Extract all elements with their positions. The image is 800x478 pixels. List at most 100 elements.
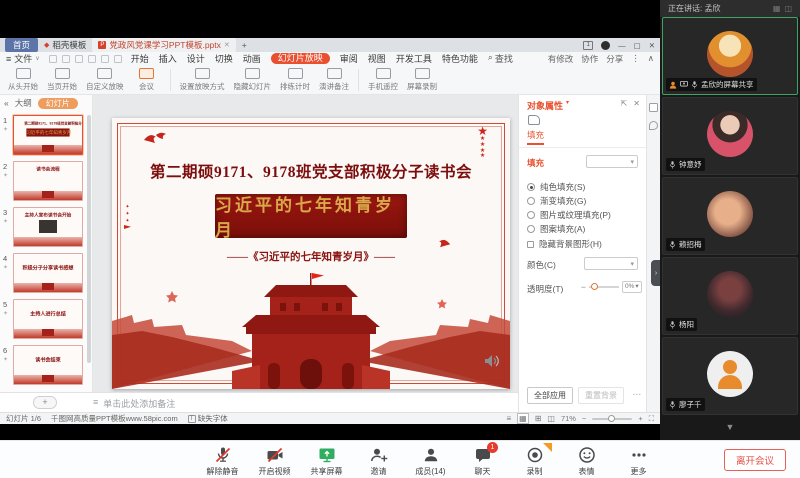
- reading-view-icon[interactable]: ◫: [547, 414, 555, 423]
- menu-devtools[interactable]: 开发工具: [396, 52, 432, 65]
- format-painter-icon[interactable]: [114, 55, 122, 63]
- tab-outline[interactable]: 大纲: [15, 97, 32, 109]
- participant-tile[interactable]: 杨阳: [662, 257, 798, 335]
- thumbnail-slide-1[interactable]: 1 ✦ 第二期硕9171、9178班党支部积极分子读书会 习近平的七年知青岁月: [0, 115, 93, 155]
- notes-placeholder[interactable]: ≡ 单击此处添加备注: [93, 397, 175, 410]
- modified-status[interactable]: 有修改: [548, 53, 574, 65]
- new-slide-button[interactable]: +: [33, 396, 57, 409]
- notes-view-icon[interactable]: ≡: [506, 414, 511, 423]
- more-button[interactable]: 更多: [614, 443, 663, 477]
- preview-icon[interactable]: [75, 55, 83, 63]
- leave-meeting-button[interactable]: 离开会议: [724, 449, 786, 471]
- chat-button[interactable]: 聊天 1: [458, 443, 507, 477]
- comment-pane-icon[interactable]: [649, 121, 658, 130]
- thumbnail-slide-4[interactable]: 4 ✦ 积极分子分享读书感想: [0, 253, 93, 293]
- undo-icon[interactable]: [88, 55, 96, 63]
- ribbon-meeting[interactable]: 会议: [133, 68, 161, 92]
- menu-review[interactable]: 审阅: [340, 52, 358, 65]
- thumbnail-slide-6[interactable]: 6 ✦ 读书会结束: [0, 345, 93, 385]
- collapse-sidebar-icon[interactable]: ◫: [784, 4, 792, 13]
- radio-selected-icon[interactable]: [527, 183, 535, 191]
- participant-tile-sharing[interactable]: 孟欣的屏幕共享: [662, 17, 798, 95]
- file-menu-button[interactable]: ≡ 文件 ∨: [6, 52, 40, 65]
- collab-button[interactable]: 协作: [581, 53, 598, 65]
- thumbnail-card[interactable]: 第二期硕9171、9178班党支部积极分子读书会 习近平的七年知青岁月: [13, 115, 83, 155]
- zoom-in-icon[interactable]: +: [638, 414, 642, 423]
- audio-speaker-icon[interactable]: [484, 354, 500, 368]
- share-screen-button[interactable]: 共享屏幕: [302, 443, 351, 477]
- account-avatar[interactable]: [601, 41, 610, 50]
- ribbon-play-from-start[interactable]: 从头开始: [8, 68, 38, 92]
- window-split-icon[interactable]: 1: [583, 41, 593, 50]
- thumbnail-card[interactable]: 读书会流程: [13, 161, 83, 201]
- tab-close-icon[interactable]: ✕: [224, 41, 230, 49]
- tab-slides-active[interactable]: 幻灯片: [38, 98, 78, 109]
- ribbon-hide-slide[interactable]: 隐藏幻灯片: [234, 68, 272, 92]
- menu-features[interactable]: 特色功能: [442, 52, 478, 65]
- ribbon-screen-record[interactable]: 屏幕录制: [407, 68, 437, 92]
- fill-tab-icon[interactable]: [528, 115, 540, 125]
- collapse-ribbon-icon[interactable]: ∧: [648, 53, 654, 64]
- thumbnail-card[interactable]: 积极分子分享读书感想: [13, 253, 83, 293]
- menu-slideshow-active[interactable]: 幻灯片放映: [271, 53, 330, 64]
- record-button[interactable]: 录制: [510, 443, 559, 477]
- start-video-button[interactable]: 开启视频: [250, 443, 299, 477]
- fill-tab-active[interactable]: 填充: [527, 129, 544, 145]
- menu-insert[interactable]: 插入: [159, 52, 177, 65]
- thumbnail-slide-5[interactable]: 5 ✦ 主持人进行总结: [0, 299, 93, 339]
- properties-pane-icon[interactable]: [649, 103, 658, 112]
- color-dropdown[interactable]: ▾: [584, 257, 638, 270]
- save-icon[interactable]: [49, 55, 57, 63]
- ribbon-play-current[interactable]: 当页开始: [47, 68, 77, 92]
- thumbnail-scrollbar[interactable]: [87, 115, 91, 363]
- fill-option-gradient[interactable]: 渐变填充(G): [527, 195, 586, 207]
- tab-template[interactable]: ◆ 稻壳模板: [44, 39, 86, 51]
- slide-banner-box[interactable]: 习近平的七年知青岁月: [215, 194, 407, 238]
- zoom-slider-knob[interactable]: [608, 415, 615, 422]
- transparency-minus-icon[interactable]: −: [581, 282, 586, 292]
- zoom-out-icon[interactable]: −: [582, 414, 586, 423]
- fill-section-header[interactable]: 填充: [527, 157, 544, 169]
- thumbnail-card[interactable]: 主持人进行总结: [13, 299, 83, 339]
- fullscreen-icon[interactable]: ⛶: [649, 414, 654, 424]
- panel-more-icon[interactable]: ⋯: [633, 389, 642, 400]
- search-box[interactable]: ⌕ 查找: [488, 52, 513, 65]
- checkbox-icon[interactable]: [527, 241, 534, 248]
- grid-view-icon[interactable]: ▦: [773, 4, 781, 13]
- pin-icon[interactable]: ⇱: [621, 99, 628, 108]
- print-icon[interactable]: [62, 55, 70, 63]
- normal-view-icon[interactable]: ▦: [517, 413, 529, 424]
- radio-icon[interactable]: [527, 211, 535, 219]
- ribbon-rehearse[interactable]: 排练计时: [280, 68, 310, 92]
- invite-button[interactable]: 邀请: [354, 443, 403, 477]
- radio-icon[interactable]: [527, 225, 535, 233]
- ribbon-setup-show[interactable]: 设置放映方式: [180, 68, 225, 92]
- radio-icon[interactable]: [527, 197, 535, 205]
- thumbnail-slide-2[interactable]: 2 ✦ 读书会流程: [0, 161, 93, 201]
- ribbon-speaker-notes[interactable]: 演讲备注: [319, 68, 349, 92]
- more-vertical-icon[interactable]: ⋮: [631, 53, 640, 64]
- menu-view[interactable]: 视图: [368, 52, 386, 65]
- zoom-slider[interactable]: [592, 418, 632, 420]
- minimize-button[interactable]: —: [618, 41, 626, 50]
- transparency-value[interactable]: 0% ▾: [622, 281, 642, 293]
- missing-font-warning[interactable]: T 缺失字体: [188, 413, 228, 424]
- sorter-view-icon[interactable]: ⊞: [535, 414, 542, 423]
- fill-option-solid[interactable]: 纯色填充(S): [527, 181, 585, 193]
- thumbnail-card[interactable]: 主持人宣布读书会开始: [13, 207, 83, 247]
- thumbnail-card[interactable]: 读书会结束: [13, 345, 83, 385]
- participant-tile[interactable]: 钟意妤: [662, 97, 798, 175]
- menu-transition[interactable]: 切换: [215, 52, 233, 65]
- thumbnail-slide-3[interactable]: 3 ✦ 主持人宣布读书会开始: [0, 207, 93, 247]
- new-tab-button[interactable]: +: [242, 40, 247, 50]
- scroll-down-arrow[interactable]: ▼: [726, 422, 735, 432]
- collapse-panel-icon[interactable]: «: [4, 98, 9, 108]
- close-panel-icon[interactable]: ✕: [633, 99, 640, 108]
- emoji-button[interactable]: 表情: [562, 443, 611, 477]
- slide-subtitle[interactable]: ——《习近平的七年知青岁月》——: [112, 249, 510, 264]
- members-button[interactable]: 成员(14): [406, 443, 455, 477]
- ribbon-phone-remote[interactable]: 手机遥控: [368, 68, 398, 92]
- redo-icon[interactable]: [101, 55, 109, 63]
- share-button[interactable]: 分享: [606, 53, 623, 65]
- fill-preset-dropdown[interactable]: ▾: [586, 155, 638, 168]
